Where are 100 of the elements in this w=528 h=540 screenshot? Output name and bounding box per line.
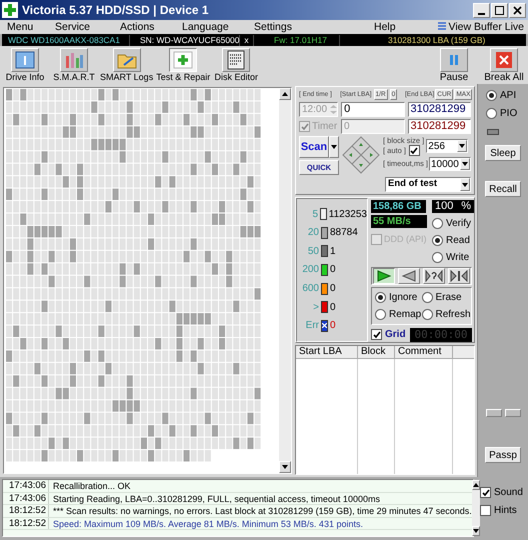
mode-label: Verify: [446, 217, 472, 231]
menu-item[interactable]: Actions: [120, 20, 182, 34]
column-header[interactable]: Comment: [395, 346, 453, 358]
block-size-select[interactable]: 256: [426, 139, 468, 153]
legend-label: Err: [304, 319, 319, 334]
log-message: Recallibration... OK: [52, 480, 131, 492]
mode-label: Read: [446, 234, 470, 248]
radio-button[interactable]: [375, 292, 386, 303]
maximize-button[interactable]: [491, 2, 508, 18]
toolbar-button[interactable]: Disk Editor: [213, 48, 260, 83]
column-header[interactable]: Start LBA: [296, 346, 358, 358]
minimize-button[interactable]: [473, 2, 490, 18]
skip-question-icon: [424, 270, 443, 282]
toolbar-button[interactable]: S.M.A.R.T: [51, 48, 97, 83]
menu-item[interactable]: Language: [182, 20, 254, 34]
radio-button[interactable]: [422, 309, 432, 320]
legend-label: 200: [301, 263, 319, 278]
scroll-down-button[interactable]: [279, 461, 291, 473]
end-action-select[interactable]: End of test: [385, 177, 471, 192]
size-display: 158,86 GB: [371, 200, 426, 213]
mode-label: Write: [446, 251, 470, 265]
radio-button[interactable]: [422, 292, 432, 303]
toolbar-button[interactable]: SMART Logs: [100, 48, 154, 83]
action-label: Remap: [389, 308, 422, 322]
scrollbar[interactable]: [279, 88, 291, 473]
end-lba-field[interactable]: 310281299: [408, 119, 472, 134]
legend-count: 0: [330, 319, 336, 334]
caret-icon: [462, 182, 468, 186]
checkbox[interactable]: [480, 487, 491, 498]
scroll-up-button[interactable]: [472, 480, 480, 490]
close-button[interactable]: [509, 2, 526, 18]
skip-end-icon: [450, 270, 468, 282]
radio-button[interactable]: [432, 218, 443, 229]
toolbar-button[interactable]: Test & Repair: [156, 48, 210, 83]
menu-item[interactable]: Menu: [0, 20, 55, 34]
dropdown-button[interactable]: [329, 136, 339, 158]
log-time: 17:43:06: [3, 480, 49, 492]
list-icon: [438, 22, 446, 32]
start-lba-field[interactable]: 0: [341, 102, 405, 117]
legend-count: 1123253: [328, 208, 367, 222]
toolbar-button[interactable]: Drive Info: [2, 48, 48, 83]
small-button[interactable]: [504, 409, 520, 417]
close-icon: [493, 50, 515, 70]
legend-label: 50: [306, 244, 319, 259]
dropdown-caret-icon: [331, 145, 337, 149]
radio-button[interactable]: [486, 90, 497, 101]
action-label: Erase: [436, 291, 462, 305]
menu-item[interactable]: Help: [374, 20, 429, 34]
menu-item[interactable]: View Buffer Live: [448, 20, 524, 34]
up-arrow-icon: [282, 92, 288, 96]
percent-display: 100 %: [432, 200, 474, 213]
password-button[interactable]: Passp: [485, 447, 521, 463]
grid-label: Grid: [385, 328, 407, 342]
option-label: Hints: [494, 504, 517, 518]
timeout-select[interactable]: 10000: [429, 157, 471, 171]
toolbar-button[interactable]: Pause: [432, 48, 476, 83]
back-icon: [401, 270, 418, 282]
legend-label: 5: [311, 208, 318, 222]
legend-count: 1: [330, 244, 336, 259]
spinner-icon: [330, 104, 338, 115]
legend-count: 0: [330, 300, 336, 315]
checkbox[interactable]: [480, 505, 491, 516]
option-label: Sound: [494, 486, 523, 500]
column-header[interactable]: Block: [358, 346, 395, 358]
toolbar-button[interactable]: Break All: [482, 48, 526, 83]
checkbox[interactable]: [371, 234, 382, 246]
log-time: 17:43:06: [3, 492, 49, 504]
binary-document-icon: [225, 50, 248, 70]
end-lba-field[interactable]: 310281299: [408, 102, 471, 117]
player-button[interactable]: [373, 268, 396, 284]
play-icon: [376, 270, 392, 282]
mode-label: API: [500, 89, 516, 103]
scroll-down-button[interactable]: [472, 526, 480, 536]
radio-button[interactable]: [375, 309, 386, 320]
radio-button[interactable]: [432, 252, 443, 263]
sleep-button[interactable]: Sleep: [485, 145, 521, 161]
legend-count: 0: [330, 263, 336, 278]
log-time: 18:12:52: [3, 505, 49, 516]
scan-button[interactable]: Scan: [299, 136, 329, 158]
app-logo-icon: [2, 2, 18, 18]
checkbox[interactable]: [299, 121, 310, 132]
checkbox[interactable]: [408, 145, 420, 156]
window-title: Victoria 5.37 HDD/SSD | Device 1: [22, 2, 210, 19]
action-label: Refresh: [436, 308, 471, 322]
radio-button[interactable]: [432, 235, 443, 246]
maximize-icon: [495, 6, 504, 14]
caret-icon: [462, 162, 468, 166]
menu-item[interactable]: Settings: [254, 20, 374, 34]
speed-display: 55 MB/s: [371, 215, 427, 228]
radio-button[interactable]: [486, 108, 497, 119]
legend-count: 0: [330, 282, 336, 296]
caret-icon: [459, 144, 466, 148]
recall-button[interactable]: Recall: [485, 181, 521, 197]
scroll-up-button[interactable]: [279, 88, 291, 100]
checkbox[interactable]: [371, 329, 382, 340]
legend-label: 600: [301, 282, 319, 296]
close-icon: [513, 6, 522, 14]
small-button[interactable]: [486, 409, 502, 417]
menu-item[interactable]: Service: [55, 20, 120, 34]
action-label: Ignore: [389, 291, 418, 305]
